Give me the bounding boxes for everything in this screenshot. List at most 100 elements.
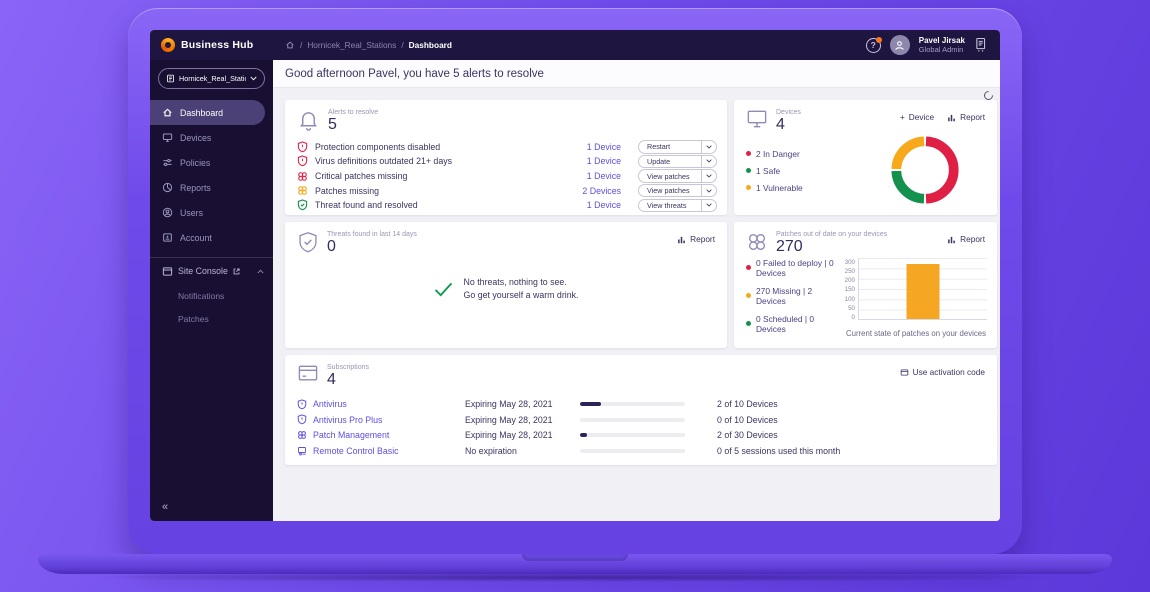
legend-item[interactable]: 0 Failed to deploy | 0 Devices <box>746 258 839 278</box>
usage-bar <box>580 402 685 406</box>
sidebar-item-policies[interactable]: Policies <box>150 150 265 175</box>
patches-report-button[interactable]: Report <box>947 234 985 244</box>
devices-donut-chart[interactable] <box>887 132 963 208</box>
subscriptions-card: Subscriptions 4 Use activation code <box>285 355 997 465</box>
legend-item[interactable]: 270 Missing | 2 Devices <box>746 286 839 306</box>
shield-icon <box>297 414 307 425</box>
alert-action-select[interactable]: View patches <box>638 169 717 183</box>
sidebar-item-site-console[interactable]: Site Console <box>150 258 273 284</box>
alert-devices-link[interactable]: 1 Device <box>587 200 621 210</box>
alert-action-select[interactable]: View threats <box>638 199 717 213</box>
avatar[interactable] <box>890 35 910 55</box>
bar-chart-icon <box>677 235 686 244</box>
breadcrumb-site[interactable]: Hornicek_Real_Stations <box>307 40 396 50</box>
alert-action-select[interactable]: Update <box>638 155 717 169</box>
shield-check-icon <box>297 231 319 254</box>
subscription-row: Remote Control Basic No expiration 0 of … <box>297 443 985 459</box>
chevron-down-icon[interactable] <box>701 200 716 212</box>
alert-label: Patches missing <box>315 186 575 196</box>
sidebar-item-reports[interactable]: Reports <box>150 175 265 200</box>
alert-devices-link[interactable]: 2 Devices <box>582 186 621 196</box>
threats-report-button[interactable]: Report <box>677 234 715 244</box>
alert-devices-link[interactable]: 1 Device <box>587 156 621 166</box>
chevron-down-icon[interactable] <box>701 185 716 197</box>
chevron-down-icon[interactable] <box>701 141 716 153</box>
sidebar-item-account[interactable]: Account <box>150 225 265 250</box>
check-icon <box>434 282 453 297</box>
legend-item[interactable]: 0 Scheduled | 0 Devices <box>746 314 839 334</box>
sidebar-subitem-notifications[interactable]: Notifications <box>150 284 273 307</box>
devices-count: 4 <box>776 116 801 134</box>
donut-segment-vulnerable[interactable] <box>896 141 924 169</box>
alert-row: Virus definitions outdated 21+ days 1 De… <box>297 154 717 169</box>
desktop-background: Business Hub / Hornicek_Real_Stations / … <box>0 0 1150 592</box>
shield-alert-icon <box>297 155 308 167</box>
notification-dot <box>876 37 882 43</box>
devices-report-button[interactable]: Report <box>947 112 985 122</box>
release-notes-icon[interactable] <box>974 37 987 53</box>
laptop-notch <box>522 554 628 561</box>
breadcrumb-separator: / <box>401 40 403 50</box>
home-icon[interactable] <box>285 40 295 50</box>
card-title: Devices <box>776 109 801 116</box>
brand[interactable]: Business Hub <box>150 38 273 52</box>
subscription-link[interactable]: Antivirus <box>297 399 465 410</box>
sidebar-item-dashboard[interactable]: Dashboard <box>150 100 265 125</box>
usage-bar <box>580 433 685 437</box>
breadcrumb: / Hornicek_Real_Stations / Dashboard <box>285 40 452 50</box>
subscription-link[interactable]: Patch Management <box>297 430 465 440</box>
laptop-shadow <box>70 573 1080 582</box>
legend-item[interactable]: 1 Safe <box>746 166 887 176</box>
alert-action-select[interactable]: View patches <box>638 184 717 198</box>
subscription-usage: 0 of 5 sessions used this month <box>695 446 985 456</box>
legend-item[interactable]: 2 In Danger <box>746 149 887 159</box>
chevron-down-icon[interactable] <box>701 156 716 168</box>
sidebar-subitem-patches[interactable]: Patches <box>150 307 273 330</box>
topbar-actions: ? Pavel Jirsak Global Admin <box>866 35 1000 55</box>
donut-segment-safe[interactable] <box>896 171 924 199</box>
breadcrumb-separator: / <box>300 40 302 50</box>
subscription-link[interactable]: Antivirus Pro Plus <box>297 414 465 425</box>
main-content: Good afternoon Pavel, you have 5 alerts … <box>273 60 1000 521</box>
site-selector[interactable]: Hornicek_Real_Statio... <box>158 68 265 89</box>
alert-row: Patches missing 2 Devices View patches <box>297 183 717 198</box>
user-meta[interactable]: Pavel Jirsak Global Admin <box>919 36 965 55</box>
alert-action-label: View threats <box>639 201 701 210</box>
sidebar-item-label: Site Console <box>178 266 228 276</box>
alert-action-label: View patches <box>639 172 701 181</box>
sidebar-item-users[interactable]: Users <box>150 200 265 225</box>
external-link-icon <box>233 268 240 275</box>
sidebar-collapse-button[interactable]: « <box>150 501 273 521</box>
alert-devices-link[interactable]: 1 Device <box>587 142 621 152</box>
subscription-expiry: Expiring May 28, 2021 <box>465 399 580 409</box>
subscription-row: Antivirus Expiring May 28, 2021 2 of 10 … <box>297 397 985 413</box>
use-activation-code-button[interactable]: Use activation code <box>900 367 985 377</box>
sidebar-item-label: Account <box>180 233 212 243</box>
missing-patches-bar[interactable] <box>907 264 940 319</box>
devices-legend: 2 In Danger 1 Safe 1 Vulnerable <box>746 149 887 193</box>
sidebar-item-label: Users <box>180 208 203 218</box>
bar-chart-icon <box>947 235 956 244</box>
add-device-button[interactable]: + Device <box>900 112 934 122</box>
help-icon[interactable]: ? <box>866 38 881 53</box>
alert-action-select[interactable]: Restart <box>638 140 717 154</box>
alert-devices-link[interactable]: 1 Device <box>587 171 621 181</box>
bell-icon <box>297 109 320 132</box>
chevron-down-icon[interactable] <box>701 170 716 182</box>
pie-chart-icon <box>162 182 173 193</box>
subscription-usage: 2 of 10 Devices <box>695 399 985 409</box>
avast-logo-icon <box>161 38 175 52</box>
legend-item[interactable]: 1 Vulnerable <box>746 183 887 193</box>
alerts-card: Alerts to resolve 5 Protection component… <box>285 100 727 215</box>
user-role: Global Admin <box>919 45 965 54</box>
donut-segment-in-danger[interactable] <box>926 141 954 198</box>
threats-count: 0 <box>327 238 417 256</box>
alert-label: Protection components disabled <box>315 142 580 152</box>
sidebar-item-devices[interactable]: Devices <box>150 125 265 150</box>
usage-bar <box>580 418 685 422</box>
y-axis: 300 250 200 150 100 50 0 <box>839 258 858 320</box>
plus-icon: + <box>900 112 905 122</box>
card-title: Threats found in last 14 days <box>327 231 417 238</box>
subscription-link[interactable]: Remote Control Basic <box>297 446 465 456</box>
alert-label: Critical patches missing <box>315 171 580 181</box>
